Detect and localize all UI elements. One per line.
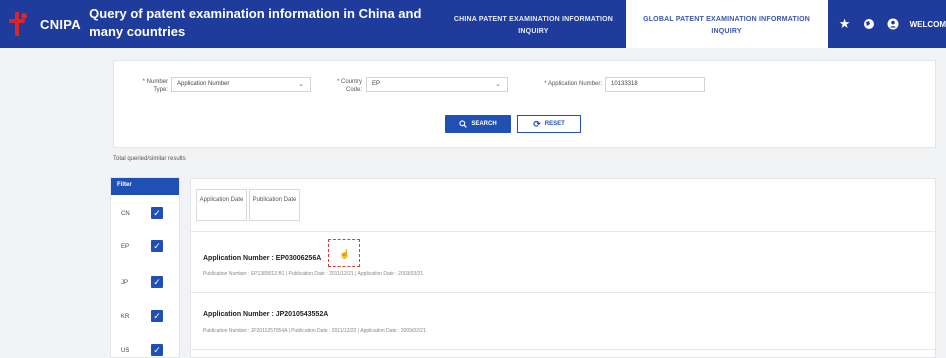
top-header: CNIPA Query of patent examination inform… <box>0 0 946 48</box>
checkbox-checked-icon[interactable]: ✓ <box>151 276 163 288</box>
divider <box>191 349 935 350</box>
application-number-label: * Application Number: <box>544 81 602 87</box>
filter-code: US <box>121 348 130 354</box>
filter-code: JP <box>121 280 129 286</box>
search-button-label: SEARCH <box>471 121 497 127</box>
logo[interactable]: CNIPA <box>0 0 83 48</box>
filter-code: KR <box>121 314 130 320</box>
country-code-value: EP <box>372 81 381 87</box>
number-type-value: Application Number <box>177 81 230 87</box>
filter-title: Filter <box>111 178 179 195</box>
pointer-hand-icon: ☝ <box>339 249 351 259</box>
reset-button-label: RESET <box>544 121 565 127</box>
filter-code: CN <box>121 211 130 217</box>
star-icon[interactable]: ★ <box>838 16 852 31</box>
checkbox-checked-icon[interactable]: ✓ <box>151 240 163 252</box>
sort-application-date-button[interactable]: Application Date <box>196 189 247 221</box>
checkbox-checked-icon[interactable]: ✓ <box>151 310 163 322</box>
chevron-down-icon: ⌄ <box>298 81 304 88</box>
application-number-input[interactable]: 10133318 <box>605 77 705 92</box>
logo-text: CNIPA <box>40 16 81 32</box>
checkbox-checked-icon[interactable]: ✓ <box>151 207 163 219</box>
number-type-label: * Number Type: <box>142 79 168 93</box>
filter-item-ep[interactable]: EP ✓ <box>111 238 179 258</box>
divider <box>191 292 935 293</box>
filter-item-us[interactable]: US ✓ <box>111 342 179 358</box>
cnipa-logo-icon <box>6 10 34 38</box>
site-title: Query of patent examination information … <box>89 6 422 39</box>
result-meta: Publication Number : JP2011257054A | Pub… <box>203 328 426 334</box>
sort-publication-date-button[interactable]: Publication Date <box>249 189 300 221</box>
tab-global-inquiry[interactable]: GLOBAL PATENT EXAMINATION INFORMATION IN… <box>625 0 828 48</box>
search-panel: * Number Type: Application Number ⌄ * Co… <box>113 60 936 148</box>
number-type-select[interactable]: Application Number ⌄ <box>171 77 311 92</box>
application-number-value: 10133318 <box>611 81 638 87</box>
checkbox-checked-icon[interactable]: ✓ <box>151 344 163 356</box>
filter-code: EP <box>121 244 130 250</box>
welcome-text: WELCOM <box>909 19 946 29</box>
refresh-icon: ⟳ <box>533 118 541 129</box>
result-title[interactable]: Application Number : JP2010543552A <box>203 311 328 318</box>
search-button[interactable]: SEARCH <box>445 115 511 133</box>
result-meta: Publication Number : EP1389013 B1 | Publ… <box>203 271 424 277</box>
filter-item-kr[interactable]: KR ✓ <box>111 308 179 328</box>
header-actions: ★ WELCOM <box>828 0 946 48</box>
reset-button[interactable]: ⟳ RESET <box>517 115 581 133</box>
country-code-select[interactable]: EP ⌄ <box>366 77 508 92</box>
filter-item-jp[interactable]: JP ✓ <box>111 274 179 294</box>
total-results-text: Total queried/similar results <box>113 156 186 162</box>
user-icon[interactable] <box>886 17 900 31</box>
result-title[interactable]: Application Number : EP03006256A <box>203 255 321 262</box>
tab-china-inquiry[interactable]: CHINA PATENT EXAMINATION INFORMATION INQ… <box>441 0 625 48</box>
globe-icon[interactable] <box>862 17 876 31</box>
filter-item-cn[interactable]: CN ✓ <box>111 205 179 225</box>
search-icon <box>459 120 468 128</box>
divider <box>191 231 935 232</box>
country-code-label: * Country Code: <box>336 79 362 93</box>
chevron-down-icon: ⌄ <box>495 81 501 88</box>
filter-panel: Filter CN ✓ EP ✓ JP ✓ KR ✓ US ✓ <box>110 177 180 358</box>
results-panel: Application Date Publication Date Applic… <box>190 178 936 358</box>
